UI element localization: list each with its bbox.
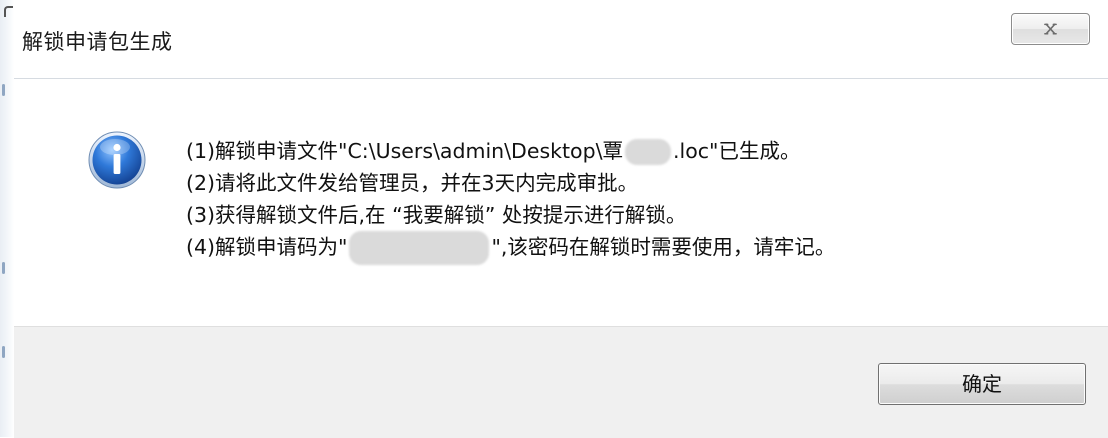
redacted-filename xyxy=(625,139,671,165)
file-extension-text: .loc"已生成。 xyxy=(673,139,801,163)
message-line-3: (3)获得解锁文件后,在 “我要解锁” 处按提示进行解锁。 xyxy=(186,203,687,227)
message-area: (1)解锁申请文件"C:\Users\admin\Desktop\覃 .loc"已… xyxy=(14,78,1108,327)
file-path-text: (1)解锁申请文件"C:\Users\admin\Desktop\覃 xyxy=(186,139,623,163)
message-text: (1)解锁申请文件"C:\Users\admin\Desktop\覃 .loc"已… xyxy=(186,135,835,265)
request-code-note: ",该密码在解锁时需要使用，请牢记。 xyxy=(491,235,836,259)
dialog-window: 解锁申请包生成 (1)解锁申请文件"C:\Users\admin\Desktop… xyxy=(0,0,1108,438)
message-line-2: (2)请将此文件发给管理员，并在3天内完成审批。 xyxy=(186,171,639,195)
window-corner xyxy=(4,6,13,17)
edge-marker xyxy=(2,262,5,274)
redacted-request-code xyxy=(349,231,490,265)
close-icon xyxy=(1044,23,1057,35)
ok-button[interactable]: 确定 xyxy=(878,363,1086,405)
info-icon xyxy=(88,131,146,189)
message-line-4: (4)解锁申请码为" ",该密码在解锁时需要使用，请牢记。 xyxy=(186,231,835,265)
request-code-label: (4)解锁申请码为" xyxy=(186,235,348,259)
close-button[interactable] xyxy=(1011,13,1090,45)
window-left-edge xyxy=(0,0,14,437)
edge-marker xyxy=(2,84,5,96)
dialog-title: 解锁申请包生成 xyxy=(22,30,173,54)
button-bar: 确定 xyxy=(14,326,1108,438)
edge-marker xyxy=(2,346,5,358)
message-line-1: (1)解锁申请文件"C:\Users\admin\Desktop\覃 .loc"已… xyxy=(186,135,835,167)
